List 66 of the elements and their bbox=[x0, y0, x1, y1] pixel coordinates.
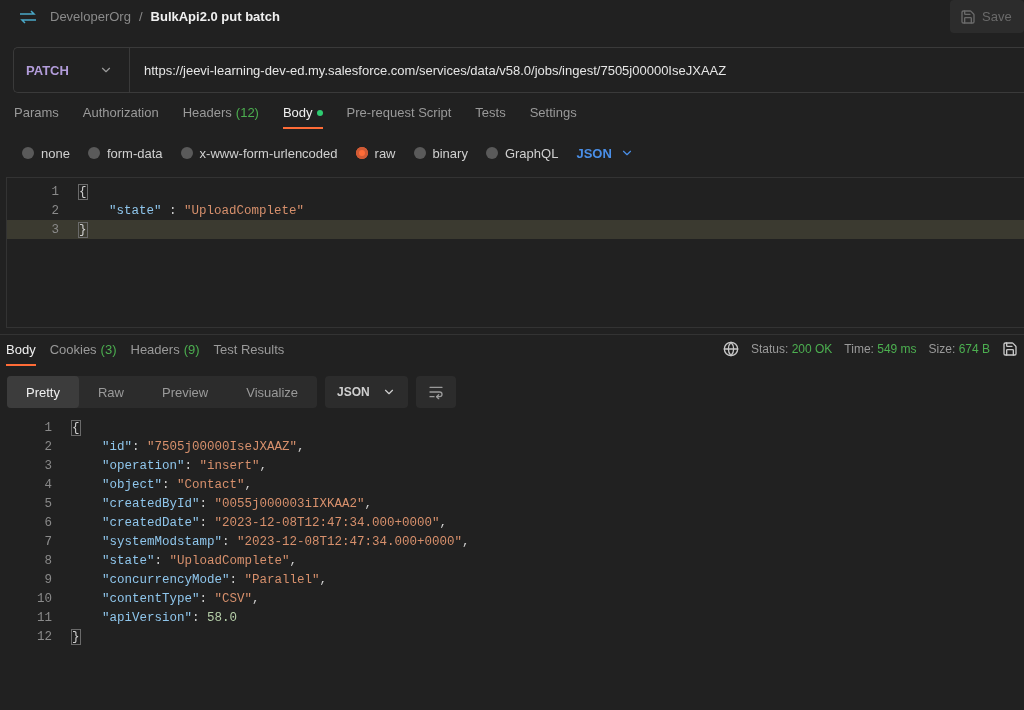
response-tab[interactable]: Test Results bbox=[213, 342, 285, 366]
line-number: 4 bbox=[43, 477, 53, 492]
format-dropdown[interactable]: JSON bbox=[325, 376, 408, 408]
code-line: "state": "UploadComplete", bbox=[101, 553, 298, 568]
code-line: "id": "7505j00000IseJXAAZ", bbox=[101, 439, 305, 454]
line-number: 6 bbox=[43, 515, 53, 530]
view-mode-tab[interactable]: Visualize bbox=[227, 376, 318, 408]
line-number: 9 bbox=[43, 572, 53, 587]
code-line: "contentType": "CSV", bbox=[101, 591, 260, 606]
request-tab[interactable]: Tests bbox=[475, 105, 506, 129]
view-mode-tab[interactable]: Pretty bbox=[7, 376, 79, 408]
code-line: { bbox=[79, 184, 87, 199]
globe-icon[interactable] bbox=[722, 341, 739, 357]
code-line: "createdDate": "2023-12-08T12:47:34.000+0000", bbox=[101, 515, 448, 530]
code-line: { bbox=[72, 420, 80, 435]
line-number: 1 bbox=[50, 184, 60, 199]
response-tab[interactable]: Cookies (3) bbox=[49, 342, 117, 366]
breadcrumb-separator: / bbox=[138, 9, 143, 24]
line-number: 3 bbox=[43, 458, 53, 473]
format-dropdown[interactable]: JSON bbox=[576, 145, 634, 161]
request-tab[interactable]: Pre-request Script bbox=[346, 105, 452, 129]
breadcrumb-link[interactable]: DeveloperOrg bbox=[50, 9, 131, 24]
http-icon bbox=[18, 8, 38, 25]
line-number: 5 bbox=[43, 496, 53, 511]
request-tab[interactable]: Headers (12) bbox=[182, 105, 259, 129]
request-tab[interactable]: Authorization bbox=[82, 105, 159, 129]
request-title: BulkApi2.0 put batch bbox=[150, 9, 280, 24]
code-line: "systemModstamp": "2023-12-08T12:47:34.000+0000", bbox=[101, 534, 470, 549]
code-line: "operation": "insert", bbox=[101, 458, 268, 473]
body-type-radio[interactable]: x-www-form-urlencoded bbox=[180, 145, 338, 161]
request-tab[interactable]: Params bbox=[14, 105, 59, 129]
line-number: 2 bbox=[43, 439, 53, 454]
request-tab[interactable]: Settings bbox=[529, 105, 577, 129]
body-type-radio[interactable]: form-data bbox=[87, 145, 163, 161]
code-line: "concurrencyMode": "Parallel", bbox=[101, 572, 328, 587]
body-type-radio[interactable]: GraphQL bbox=[485, 145, 559, 161]
line-number: 12 bbox=[36, 629, 53, 644]
wrap-text-icon bbox=[427, 384, 444, 400]
body-type-radio[interactable]: raw bbox=[355, 145, 396, 161]
line-number: 7 bbox=[43, 534, 53, 549]
line-number: 2 bbox=[50, 203, 60, 218]
url-bar[interactable]: PATCH https://jeevi-learning-dev-ed.my.salesforce.com/services/data/v58.0/jobs/ingest/7505j00000IseJXAAZ bbox=[13, 47, 1024, 93]
body-type-radio[interactable]: binary bbox=[413, 145, 468, 161]
code-line: "createdById": "0055j000003iIXKAA2", bbox=[101, 496, 373, 511]
line-number: 10 bbox=[36, 591, 53, 606]
code-line: } bbox=[79, 222, 87, 237]
response-tab[interactable]: Body bbox=[6, 342, 36, 366]
view-mode-tab[interactable]: Raw bbox=[78, 376, 143, 408]
status-text: Size: 674 B bbox=[928, 342, 990, 356]
request-tab[interactable]: Body bbox=[282, 105, 323, 129]
response-tab[interactable]: Headers (9) bbox=[130, 342, 200, 366]
code-line: "object": "Contact", bbox=[101, 477, 253, 492]
view-mode-tab[interactable]: Preview bbox=[143, 376, 228, 408]
line-number: 11 bbox=[36, 610, 53, 625]
line-number: 1 bbox=[43, 420, 53, 435]
code-line: "state" : "UploadComplete" bbox=[108, 203, 305, 218]
code-line: } bbox=[72, 629, 80, 644]
method-dropdown[interactable]: PATCH bbox=[14, 48, 130, 92]
line-number: 8 bbox=[43, 553, 53, 568]
status-text: Time: 549 ms bbox=[844, 342, 917, 356]
code-line: "apiVersion": 58.0 bbox=[101, 610, 238, 625]
line-number: 3 bbox=[50, 222, 60, 237]
wrap-button[interactable] bbox=[415, 376, 456, 408]
save-icon[interactable] bbox=[1002, 341, 1018, 357]
status-text: Status: 200 OK bbox=[750, 342, 833, 356]
body-type-radio[interactable]: none bbox=[22, 145, 70, 161]
